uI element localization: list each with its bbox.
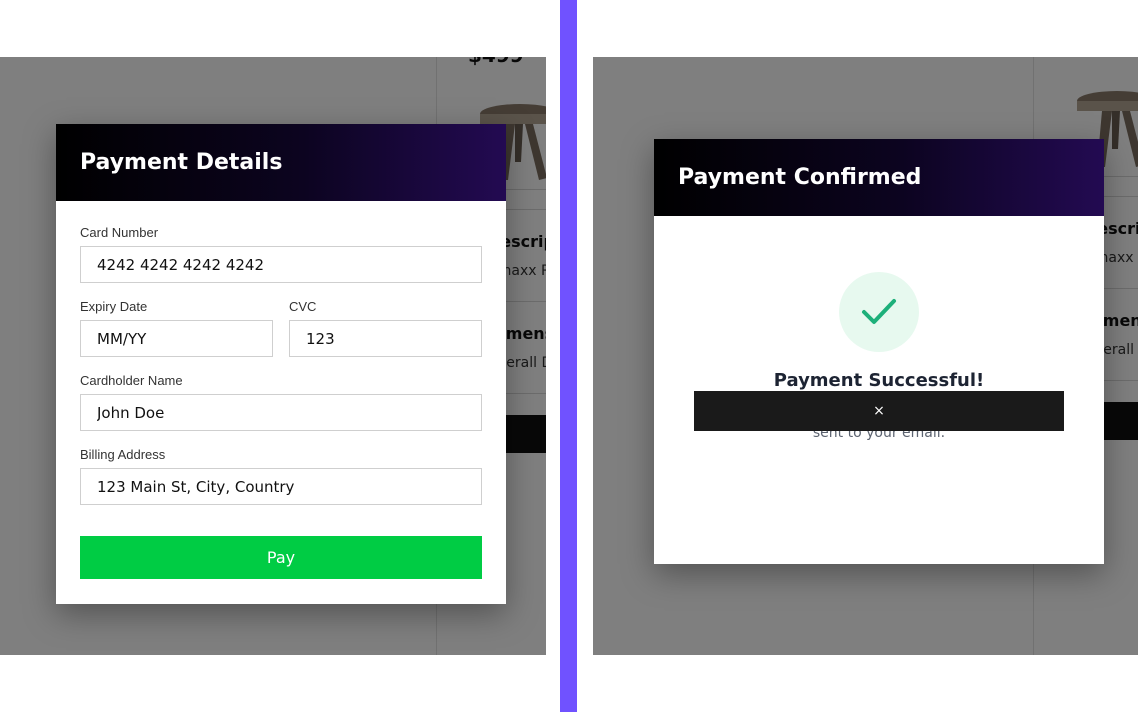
left-screen: $499 Description Dmaxx Room Dimensions O… [0,57,546,655]
card-number-input[interactable] [80,246,482,283]
cvc-group: CVC [289,299,482,357]
cardholder-name-label: Cardholder Name [80,373,183,388]
card-number-group: Card Number [80,225,482,283]
success-icon-circle [839,272,919,352]
pay-button[interactable]: Pay [80,536,482,579]
modal-title: Payment Confirmed [678,165,922,190]
billing-address-input[interactable] [80,468,482,505]
payment-form: Card Number Expiry Date CVC Cardholder N… [56,201,506,505]
cardholder-group: Cardholder Name [80,373,482,431]
cardholder-name-input[interactable] [80,394,482,431]
expiry-cvc-row: Expiry Date CVC [80,299,482,373]
billing-group: Billing Address [80,447,482,505]
success-title: Payment Successful! [773,370,985,391]
right-screen: Description Dmaxx Room Dimensions Overal… [593,57,1138,655]
confirmation-modal: Payment Confirmed Payment Successful! Th… [654,139,1104,564]
cvc-input[interactable] [289,320,482,357]
modal-header: Payment Confirmed [654,139,1104,216]
checkmark-icon [862,299,896,324]
close-button[interactable]: × [694,391,1064,431]
expiry-date-input[interactable] [80,320,273,357]
billing-address-label: Billing Address [80,447,166,462]
modal-header: Payment Details [56,124,506,201]
screen-divider [560,0,577,712]
expiry-group: Expiry Date [80,299,273,357]
expiry-date-label: Expiry Date [80,299,148,314]
card-number-label: Card Number [80,225,159,240]
modal-title: Payment Details [80,150,283,175]
payment-modal: Payment Details Card Number Expiry Date … [56,124,506,604]
cvc-label: CVC [289,299,317,314]
